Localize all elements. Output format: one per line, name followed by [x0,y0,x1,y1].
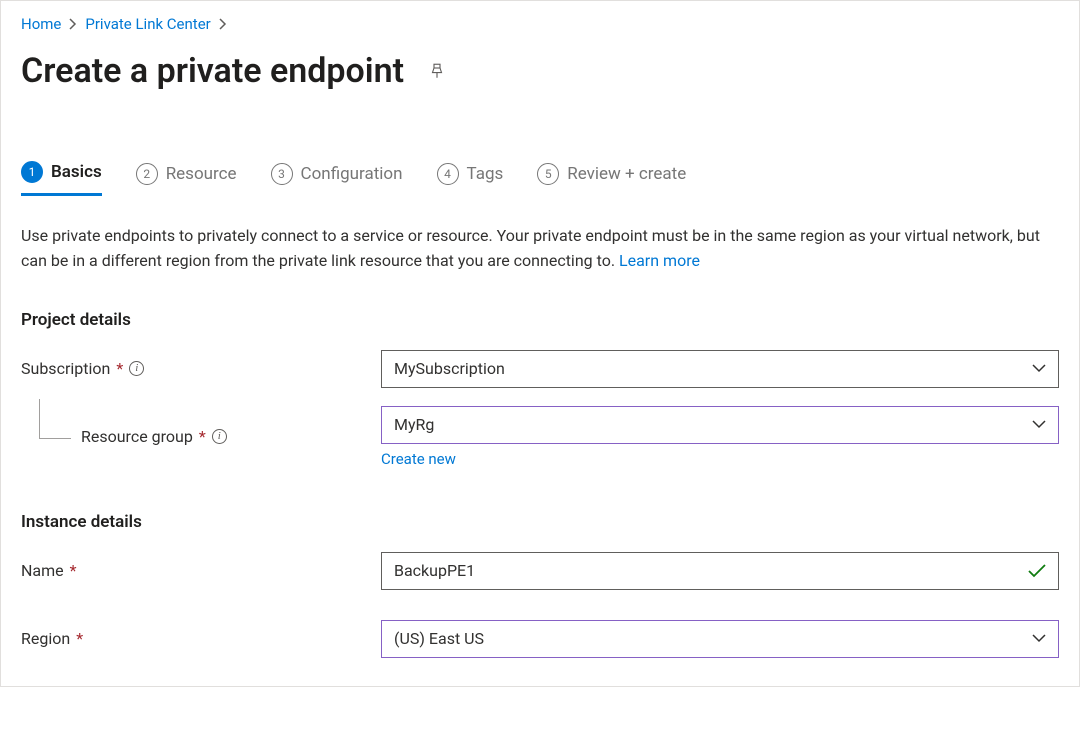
section-instance-details: Instance details [21,512,1059,532]
chevron-down-icon [1032,364,1046,373]
tab-basics[interactable]: 1 Basics [21,161,102,196]
chevron-right-icon [219,18,227,30]
row-name: Name * BackupPE1 [21,552,1059,590]
chevron-down-icon [1032,420,1046,429]
name-input[interactable]: BackupPE1 [381,552,1059,590]
step-number-4: 4 [437,163,459,185]
subscription-label-text: Subscription [21,359,110,378]
section-project-details: Project details [21,310,1059,330]
tab-label: Review + create [567,164,686,184]
row-resource-group: Resource group * i MyRg Create new [21,406,1059,468]
region-label-text: Region [21,629,70,648]
description-text: Use private endpoints to privately conne… [21,224,1059,274]
tab-resource[interactable]: 2 Resource [136,163,237,195]
step-number-1: 1 [21,161,43,183]
create-new-link[interactable]: Create new [381,450,456,468]
resource-group-label-text: Resource group [81,427,193,446]
label-resource-group: Resource group * i [21,427,381,446]
required-asterisk: * [76,629,83,648]
label-subscription: Subscription * i [21,359,381,378]
breadcrumb: Home Private Link Center [21,15,1059,33]
tab-label: Basics [51,162,102,182]
region-value: (US) East US [394,629,484,648]
name-value: BackupPE1 [394,561,475,580]
checkmark-icon [1028,564,1046,578]
subscription-dropdown[interactable]: MySubscription [381,350,1059,388]
region-dropdown[interactable]: (US) East US [381,620,1059,658]
subscription-value: MySubscription [394,359,505,378]
tab-label: Resource [166,164,237,184]
name-label-text: Name [21,561,64,580]
step-number-2: 2 [136,163,158,185]
tree-connector [39,399,71,439]
tab-tags[interactable]: 4 Tags [437,163,504,195]
row-subscription: Subscription * i MySubscription [21,350,1059,388]
label-region: Region * [21,629,381,648]
resource-group-value: MyRg [394,415,434,434]
description-body: Use private endpoints to privately conne… [21,226,1040,270]
required-asterisk: * [70,561,77,580]
learn-more-link[interactable]: Learn more [619,251,700,270]
tab-label: Configuration [301,164,403,184]
wizard-tabs: 1 Basics 2 Resource 3 Configuration 4 Ta… [21,161,1059,196]
row-region: Region * (US) East US [21,620,1059,658]
breadcrumb-private-link-center[interactable]: Private Link Center [85,15,210,33]
page-title: Create a private endpoint [21,51,404,91]
tab-configuration[interactable]: 3 Configuration [271,163,403,195]
pin-icon[interactable] [428,62,446,80]
chevron-right-icon [69,18,77,30]
info-icon[interactable]: i [212,429,227,444]
chevron-down-icon [1032,634,1046,643]
info-icon[interactable]: i [129,361,144,376]
step-number-5: 5 [537,163,559,185]
required-asterisk: * [199,427,206,446]
label-name: Name * [21,561,381,580]
tab-label: Tags [467,164,504,184]
resource-group-dropdown[interactable]: MyRg [381,406,1059,444]
step-number-3: 3 [271,163,293,185]
required-asterisk: * [116,359,123,378]
breadcrumb-home[interactable]: Home [21,15,61,33]
page-title-row: Create a private endpoint [21,51,1059,91]
tab-review-create[interactable]: 5 Review + create [537,163,686,195]
